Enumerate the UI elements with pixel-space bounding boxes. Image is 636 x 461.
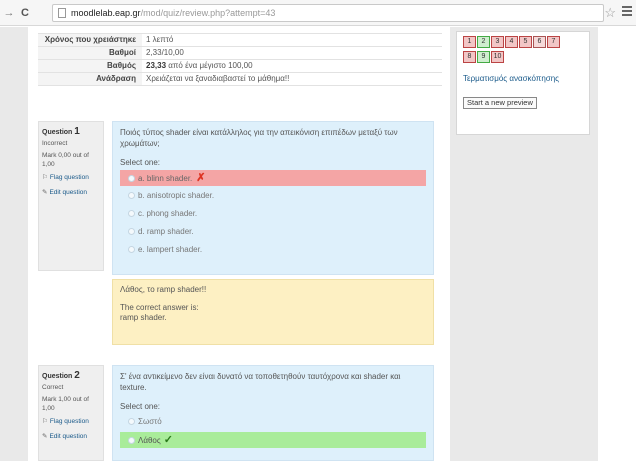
start-new-preview-button[interactable]: Start a new preview bbox=[463, 97, 537, 109]
edit-icon: ✎ bbox=[42, 433, 48, 440]
question-info: Question 2 Correct Mark 1,00 out of 1,00… bbox=[38, 365, 104, 461]
cross-icon: ✗ bbox=[196, 172, 206, 184]
correct-answer-label: The correct answer is: bbox=[120, 303, 199, 312]
question-nav-button-3[interactable]: 3 bbox=[491, 36, 504, 48]
answer-option-b[interactable]: b. anisotropic shader. bbox=[120, 188, 426, 204]
summary-label: Βαθμοί bbox=[108, 48, 136, 57]
page-icon bbox=[58, 8, 66, 18]
question-nav-button-10[interactable]: 10 bbox=[491, 51, 504, 63]
answer-option-false[interactable]: Λάθος ✓ bbox=[120, 432, 426, 448]
correct-answer-text: ramp shader. bbox=[120, 313, 167, 322]
flag-question-link[interactable]: ⚐ Flag question bbox=[42, 416, 100, 428]
radio-icon bbox=[128, 437, 135, 444]
select-one-label: Select one: bbox=[120, 158, 161, 167]
summary-label: Βαθμός bbox=[107, 61, 136, 70]
address-bar[interactable]: moodlelab.eap.gr/mod/quiz/review.php?att… bbox=[52, 4, 604, 22]
radio-icon bbox=[128, 418, 135, 425]
sidebar: 1 2 3 4 5 6 7 8 9 10 Τερματισμός ανασκόπησης Star… bbox=[450, 27, 598, 461]
question-feedback: Λάθος, το ramp shader!! The correct answ… bbox=[112, 279, 434, 345]
radio-icon bbox=[128, 175, 135, 182]
question-nav-button-1[interactable]: 1 bbox=[463, 36, 476, 48]
edit-icon: ✎ bbox=[42, 189, 48, 196]
question-content: Σ' ένα αντικείμενο δεν είναι δυνατό να τ… bbox=[112, 365, 434, 461]
summary-value: Χρειάζεται να ξαναδιαβαστεί το μάθημα!! bbox=[142, 73, 442, 85]
flag-question-link[interactable]: ⚐ Flag question bbox=[42, 172, 100, 184]
quiz-navigation-block: 1 2 3 4 5 6 7 8 9 10 Τερματισμός ανασκόπησης Star… bbox=[456, 31, 590, 135]
answer-option-true[interactable]: Σωστό bbox=[120, 414, 426, 430]
question-title: Question 2 bbox=[42, 370, 80, 381]
check-icon: ✓ bbox=[163, 434, 173, 446]
question-nav-button-5[interactable]: 5 bbox=[519, 36, 532, 48]
flag-icon: ⚐ bbox=[42, 174, 48, 181]
summary-row-grade: Βαθμός 23,33 από ένα μέγιστο 100,00 bbox=[38, 60, 442, 73]
question-nav-button-9[interactable]: 9 bbox=[477, 51, 490, 63]
summary-label: Ανάδραση bbox=[96, 74, 136, 83]
question-nav-buttons: 1 2 3 4 5 6 7 8 9 10 bbox=[463, 36, 585, 66]
question-content: Ποιός τύπος shader είναι κατάλληλος για … bbox=[112, 121, 434, 275]
edit-question-link[interactable]: ✎ Edit question bbox=[42, 431, 100, 443]
browser-toolbar: → C moodlelab.eap.gr/mod/quiz/review.php… bbox=[0, 0, 636, 26]
main-region: Χρόνος που χρειάστηκε 1 λεπτό Βαθμοί 2,3… bbox=[28, 27, 450, 461]
finish-review-link[interactable]: Τερματισμός ανασκόπησης bbox=[463, 74, 559, 83]
flag-icon: ⚐ bbox=[42, 418, 48, 425]
radio-icon bbox=[128, 210, 135, 217]
radio-icon bbox=[128, 246, 135, 253]
page-content: Χρόνος που χρειάστηκε 1 λεπτό Βαθμοί 2,3… bbox=[0, 27, 636, 461]
summary-label: Χρόνος που χρειάστηκε bbox=[44, 35, 136, 44]
page-margin bbox=[598, 27, 636, 461]
url-text[interactable]: moodlelab.eap.gr/mod/quiz/review.php?att… bbox=[71, 8, 275, 19]
summary-row-marks: Βαθμοί 2,33/10,00 bbox=[38, 47, 442, 60]
menu-icon[interactable] bbox=[622, 6, 632, 18]
reload-icon[interactable]: C bbox=[18, 6, 32, 20]
question-state: Incorrect bbox=[42, 140, 68, 147]
radio-icon bbox=[128, 228, 135, 235]
question-nav-button-2[interactable]: 2 bbox=[477, 36, 490, 48]
edit-question-link[interactable]: ✎ Edit question bbox=[42, 187, 100, 199]
question-title: Question 1 bbox=[42, 126, 80, 137]
summary-row-time: Χρόνος που χρειάστηκε 1 λεπτό bbox=[38, 33, 442, 47]
question-nav-button-4[interactable]: 4 bbox=[505, 36, 518, 48]
question-mark: Mark 0,00 out of 1,00 bbox=[42, 152, 89, 168]
summary-value: 2,33/10,00 bbox=[142, 47, 442, 59]
summary-value: 1 λεπτό bbox=[142, 34, 442, 46]
question-nav-button-7[interactable]: 7 bbox=[547, 36, 560, 48]
question-mark: Mark 1,00 out of 1,00 bbox=[42, 396, 89, 412]
feedback-text: Λάθος, το ramp shader!! bbox=[120, 285, 207, 294]
question-nav-button-6[interactable]: 6 bbox=[533, 36, 546, 48]
answer-option-e[interactable]: e. lampert shader. bbox=[120, 242, 426, 258]
forward-arrow-icon[interactable]: → bbox=[2, 6, 16, 20]
radio-icon bbox=[128, 192, 135, 199]
attempt-summary-table: Χρόνος που χρειάστηκε 1 λεπτό Βαθμοί 2,3… bbox=[38, 33, 442, 86]
summary-value: 23,33 από ένα μέγιστο 100,00 bbox=[142, 60, 442, 72]
answer-option-c[interactable]: c. phong shader. bbox=[120, 206, 426, 222]
question-state: Correct bbox=[42, 384, 64, 391]
answer-option-a[interactable]: a. blinn shader. ✗ bbox=[120, 170, 426, 186]
question-nav-button-8[interactable]: 8 bbox=[463, 51, 476, 63]
answer-option-d[interactable]: d. ramp shader. bbox=[120, 224, 426, 240]
question-text: Σ' ένα αντικείμενο δεν είναι δυνατό να τ… bbox=[120, 372, 401, 392]
bookmark-star-icon[interactable]: ☆ bbox=[604, 5, 616, 21]
question-info: Question 1 Incorrect Mark 0,00 out of 1,… bbox=[38, 121, 104, 271]
summary-row-feedback: Ανάδραση Χρειάζεται να ξαναδιαβαστεί το … bbox=[38, 73, 442, 86]
select-one-label: Select one: bbox=[120, 402, 161, 411]
question-text: Ποιός τύπος shader είναι κατάλληλος για … bbox=[120, 128, 398, 148]
